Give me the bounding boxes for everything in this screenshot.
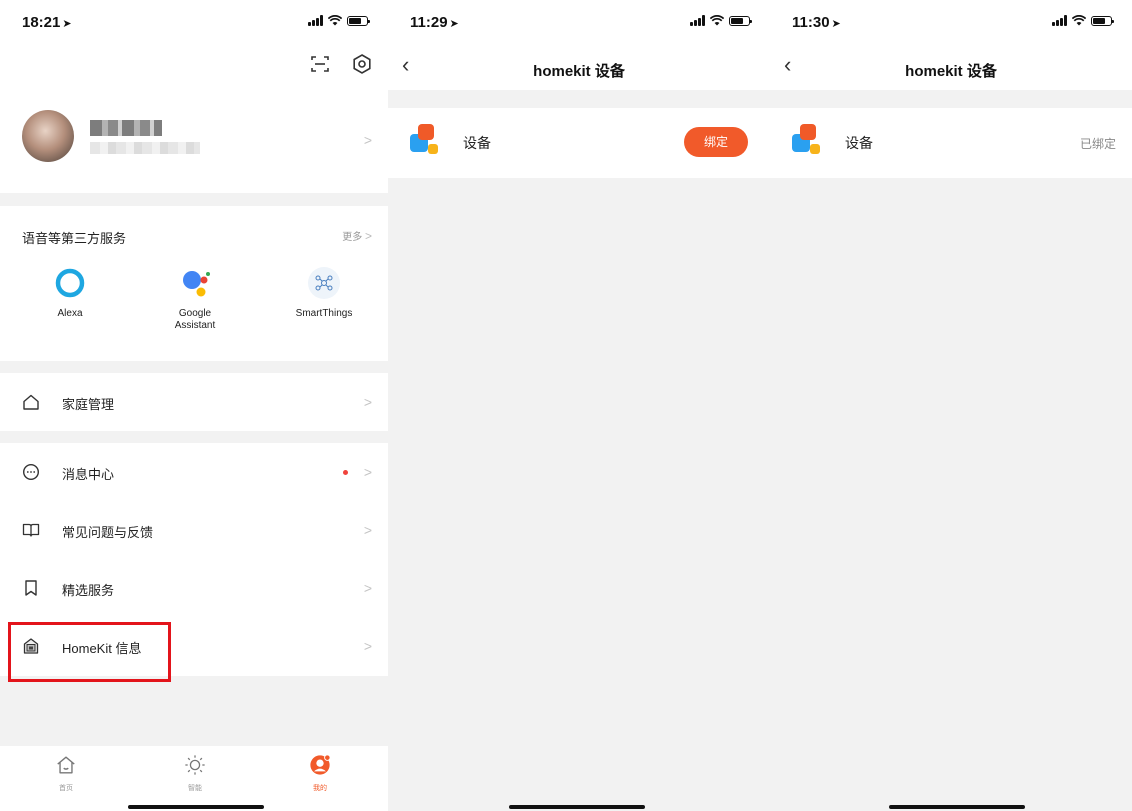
status-time: 11:30 ➤ — [792, 14, 841, 31]
chevron-right-icon: > — [363, 580, 372, 596]
status-bar: 18:21 ➤ — [0, 0, 388, 40]
homekit-devices-screen-bound: 11:30 ➤ ‹ homekit 设备 设备 已绑定 — [770, 0, 1132, 811]
service-label: SmartThings — [295, 308, 353, 319]
signal-icon — [1052, 15, 1067, 26]
chevron-right-icon: > — [363, 394, 372, 410]
tab-label: 首页 — [59, 785, 73, 792]
user-profile-card[interactable]: > — [0, 90, 388, 193]
device-row: 设备 绑定 — [388, 108, 770, 178]
menu-label: 精选服务 — [62, 583, 115, 598]
location-arrow-icon: ➤ — [449, 18, 459, 30]
message-icon — [22, 463, 40, 481]
account-info-blurred — [90, 142, 200, 154]
service-smartthings[interactable]: SmartThings — [274, 266, 374, 320]
section-title: 语音等第三方服务 — [22, 231, 127, 246]
status-icons — [1052, 15, 1114, 26]
house-icon — [23, 394, 39, 410]
device-name: 设备 — [845, 135, 873, 151]
menu-label: 家庭管理 — [62, 397, 115, 412]
chevron-right-icon: > — [363, 464, 372, 480]
location-arrow-icon: ➤ — [62, 18, 72, 30]
chevron-right-icon: > — [363, 522, 372, 538]
bind-button[interactable]: 绑定 — [684, 127, 748, 157]
battery-icon — [1091, 16, 1114, 26]
tab-label: 智能 — [188, 785, 202, 792]
third-party-services: 语音等第三方服务 更多 > Alexa Google Assistant Sma… — [0, 206, 388, 361]
device-row: 设备 已绑定 — [770, 108, 1132, 178]
service-label: Google Assistant — [174, 308, 216, 331]
menu-item-faq[interactable]: 常见问题与反馈 > — [0, 501, 388, 559]
more-link[interactable]: 更多 > — [342, 228, 372, 243]
menu-item-messages[interactable]: 消息中心 > — [0, 443, 388, 501]
home-indicator — [889, 805, 1025, 809]
profile-icon — [310, 754, 331, 775]
service-google-assistant[interactable]: Google Assistant — [145, 266, 245, 332]
signal-icon — [308, 15, 323, 26]
device-icon — [410, 124, 440, 156]
menu-item-home-management[interactable]: 家庭管理 > — [0, 373, 388, 431]
nav-bar: ‹ homekit 设备 — [388, 40, 770, 90]
smartthings-icon — [307, 266, 341, 300]
status-icons — [690, 15, 752, 26]
status-bar: 11:30 ➤ — [770, 0, 1132, 40]
tab-smart[interactable]: 智能 — [165, 754, 225, 793]
battery-icon — [347, 16, 370, 26]
signal-icon — [690, 15, 705, 26]
status-bar: 11:29 ➤ — [388, 0, 770, 40]
home-management-card: 家庭管理 > — [0, 373, 388, 431]
status-icons — [308, 15, 370, 26]
service-alexa[interactable]: Alexa — [20, 266, 120, 320]
battery-icon — [729, 16, 752, 26]
wifi-icon — [710, 15, 724, 26]
page-title: homekit 设备 — [533, 63, 625, 80]
wifi-icon — [328, 15, 342, 26]
tab-mine[interactable]: 我的 — [290, 754, 350, 793]
scan-icon[interactable] — [308, 52, 332, 76]
sun-icon — [185, 755, 205, 775]
menu-item-featured[interactable]: 精选服务 > — [0, 559, 388, 617]
device-icon — [792, 124, 822, 156]
unread-dot — [343, 470, 348, 475]
home-icon — [57, 756, 75, 774]
bottom-tab-bar: 首页 智能 我的 — [0, 746, 388, 811]
nav-bar: ‹ homekit 设备 — [770, 40, 1132, 90]
wifi-icon — [1072, 15, 1086, 26]
device-name: 设备 — [463, 135, 491, 151]
tab-label: 我的 — [313, 785, 327, 792]
location-arrow-icon: ➤ — [831, 18, 841, 30]
home-indicator — [509, 805, 645, 809]
settings-icon[interactable] — [350, 52, 374, 76]
book-icon — [22, 523, 40, 537]
home-indicator — [128, 805, 264, 809]
bound-status: 已绑定 — [1079, 137, 1116, 151]
google-assistant-icon — [178, 266, 212, 300]
chevron-right-icon: > — [363, 132, 372, 148]
highlight-box — [8, 622, 171, 682]
profile-screen: 18:21 ➤ > 语音等第三方服务 更多 > Alexa Google Ass… — [0, 0, 388, 811]
username-blurred — [90, 120, 162, 136]
homekit-devices-screen-unbound: 11:29 ➤ ‹ homekit 设备 设备 绑定 — [388, 0, 770, 811]
page-title: homekit 设备 — [905, 63, 997, 80]
service-label: Alexa — [57, 308, 83, 319]
alexa-icon — [53, 266, 87, 300]
avatar[interactable] — [22, 110, 74, 162]
bookmark-icon — [25, 580, 37, 596]
tab-home[interactable]: 首页 — [36, 754, 96, 793]
chevron-right-icon: > — [363, 638, 372, 654]
status-time: 18:21 ➤ — [22, 14, 72, 31]
status-time: 11:29 ➤ — [410, 14, 459, 31]
menu-label: 常见问题与反馈 — [62, 525, 154, 540]
profile-toolbar — [0, 40, 388, 90]
menu-label: 消息中心 — [62, 467, 115, 482]
